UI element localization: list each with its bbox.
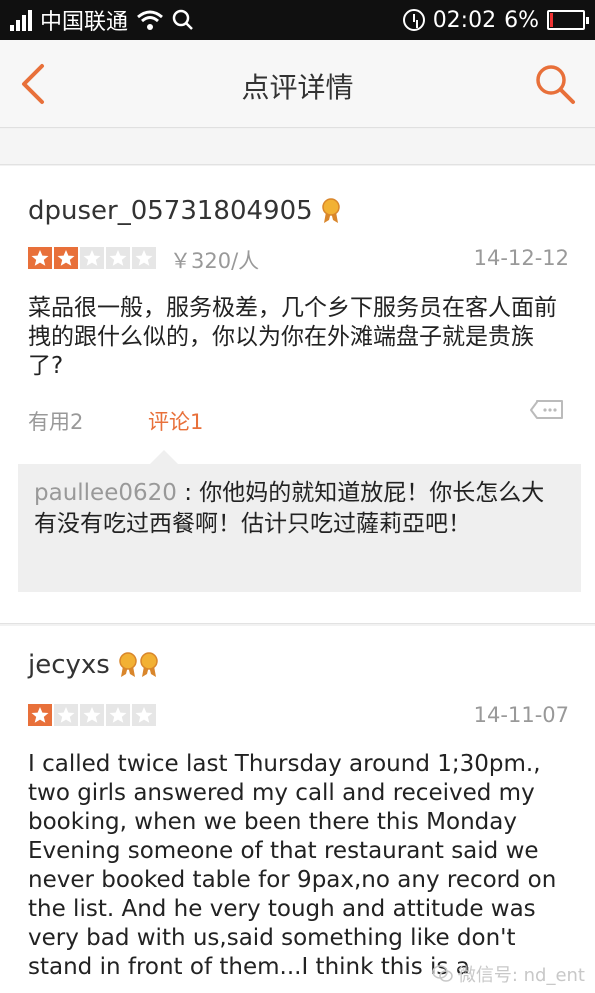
review-text: I called twice last Thursday around 1;30…: [28, 751, 557, 980]
page-title: 点评详情: [241, 71, 354, 104]
review-username-row: jecyxs: [28, 650, 159, 680]
search-icon[interactable]: [533, 62, 577, 106]
review-date: 14-12-12: [473, 246, 569, 270]
comment-count-button[interactable]: 评论1: [148, 406, 203, 436]
search-icon: [172, 9, 193, 30]
rating-stars: [28, 704, 156, 726]
star-filled-icon: [54, 247, 78, 269]
review-card: dpuser_05731804905 ￥320/人 14-12-12 菜品很一般…: [0, 166, 595, 624]
section-divider: [0, 129, 595, 165]
review-card: jecyxs 14-11-07 I called twice last Thur…: [0, 626, 595, 993]
status-right: 02:02 6%: [402, 7, 589, 33]
carrier-label: 中国联通: [40, 10, 129, 35]
star-empty-icon: [80, 704, 104, 726]
battery-icon: [547, 10, 589, 30]
review-username[interactable]: jecyxs: [28, 650, 110, 680]
signal-icon: [10, 9, 32, 31]
alarm-icon: [402, 9, 425, 31]
comment-bubble-icon[interactable]: [529, 398, 565, 424]
review-date: 14-11-07: [473, 703, 569, 727]
status-left: 中国联通: [10, 4, 194, 36]
comment-username[interactable]: paullee0620: [34, 480, 177, 506]
status-bar: 中国联通 02:02 6%: [0, 0, 595, 40]
review-username-row: dpuser_05731804905: [28, 196, 341, 226]
star-filled-icon: [28, 704, 52, 726]
review-price: ￥320/人: [170, 249, 260, 273]
star-empty-icon: [132, 704, 156, 726]
comment-separator: :: [184, 480, 192, 506]
star-empty-icon: [132, 247, 156, 269]
review-username[interactable]: dpuser_05731804905: [28, 196, 313, 226]
star-empty-icon: [54, 704, 78, 726]
status-time: 02:02: [432, 7, 497, 33]
medal-icon: [321, 198, 340, 223]
watermark-text: 微信号: nd_ent: [457, 965, 585, 986]
star-empty-icon: [80, 247, 104, 269]
wechat-icon: [432, 965, 453, 982]
star-empty-icon: [106, 704, 130, 726]
star-empty-icon: [106, 247, 130, 269]
medal-icon: [119, 652, 137, 677]
useful-button[interactable]: 有用2: [28, 406, 83, 436]
medal-icon: [140, 652, 158, 677]
comment-box: paullee0620 : 你他妈的就知道放屁！你长怎么大有没有吃过西餐啊！估计…: [18, 464, 581, 592]
watermark: 微信号: nd_ent: [432, 961, 585, 987]
review-text: 菜品很一般，服务极差，几个乡下服务员在客人面前拽的跟什么似的，你以为你在外滩端盘…: [28, 295, 557, 379]
comment-pointer: [150, 450, 178, 464]
rating-stars: [28, 247, 156, 269]
medal-group: [118, 652, 159, 678]
star-filled-icon: [28, 247, 52, 269]
wifi-icon: [137, 10, 163, 30]
battery-percent: 6%: [504, 7, 539, 33]
nav-bar: 点评详情: [0, 40, 595, 128]
